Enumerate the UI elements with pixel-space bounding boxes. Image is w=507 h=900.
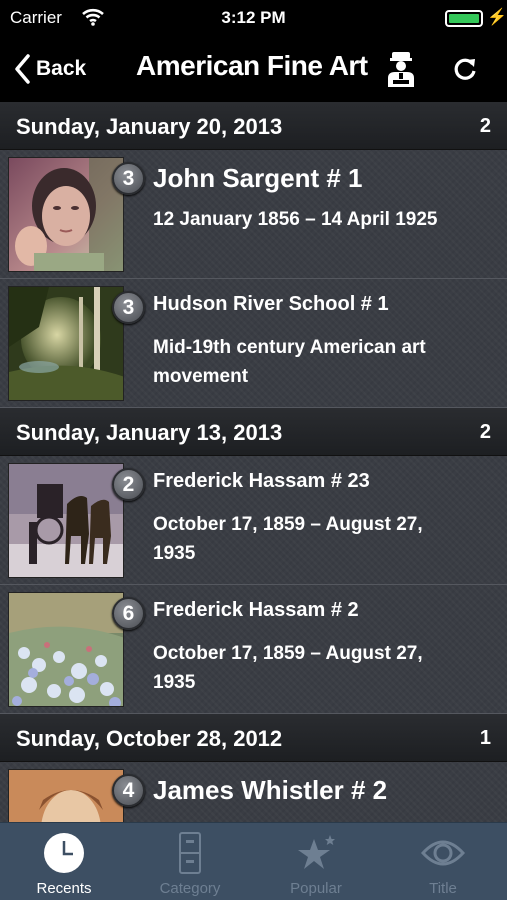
list-item[interactable]: 4 James Whistler # 2 (0, 762, 507, 822)
item-subtitle: 12 January 1856 – 14 April 1925 (153, 209, 438, 230)
navigation-bar: Back American Fine Art (0, 36, 507, 102)
list-item[interactable]: 3 Hudson River School # 1 Mid-19th centu… (0, 279, 507, 408)
section-date: Sunday, January 20, 2013 (16, 114, 283, 139)
item-subtitle: October 17, 1859 – August 27, 1935 (153, 514, 423, 564)
artwork-thumbnail (8, 769, 124, 822)
item-subtitle: October 17, 1859 – August 27, 1935 (153, 643, 423, 693)
item-title: John Sargent # 1 (153, 163, 363, 193)
count-badge: 3 (112, 291, 145, 324)
section-count: 1 (479, 727, 491, 749)
count-badge: 2 (112, 468, 145, 501)
artwork-thumbnail (8, 463, 124, 578)
clock-time: 3:12 PM (221, 8, 286, 27)
recents-list[interactable]: Sunday, January 20, 2013 2 3 John Sargen… (0, 102, 507, 822)
section-date: Sunday, January 13, 2013 (16, 420, 283, 445)
tab-popular[interactable]: Popular (253, 823, 379, 900)
status-bar: Carrier 3:12 PM ⚡ (0, 0, 507, 36)
item-subtitle: Mid-19th century American art movement (153, 337, 426, 387)
artwork-thumbnail (8, 157, 124, 272)
tab-category[interactable]: Category (127, 823, 253, 900)
stars-icon (298, 835, 335, 869)
curator-icon[interactable] (386, 51, 416, 92)
item-title: James Whistler # 2 (153, 775, 388, 805)
back-button[interactable]: Back (14, 50, 86, 88)
charging-icon: ⚡ (487, 9, 507, 26)
refresh-icon[interactable] (452, 56, 478, 87)
list-item[interactable]: 6 Frederick Hassam # 2 October 17, 1859 … (0, 585, 507, 714)
section-header: Sunday, October 28, 2012 1 (0, 714, 507, 762)
list-item[interactable]: 2 Frederick Hassam # 23 October 17, 1859… (0, 456, 507, 585)
cabinet-icon (179, 832, 201, 874)
section-header: Sunday, January 13, 2013 2 (0, 408, 507, 456)
item-title: Frederick Hassam # 2 (153, 599, 359, 621)
tab-title[interactable]: Title (380, 823, 506, 900)
tab-label: Popular (290, 880, 342, 897)
section-count: 2 (479, 115, 491, 137)
chevron-left-icon (15, 54, 30, 84)
section-date: Sunday, October 28, 2012 (16, 726, 283, 751)
tab-label: Title (429, 880, 457, 897)
item-title: Frederick Hassam # 23 (153, 470, 370, 492)
page-title: American Fine Art (136, 50, 368, 81)
back-label: Back (36, 57, 87, 80)
clock-icon (44, 833, 84, 873)
count-badge: 6 (112, 597, 145, 630)
section-count: 2 (479, 421, 491, 443)
count-badge: 4 (112, 774, 145, 807)
artwork-thumbnail (8, 592, 124, 707)
tab-label: Category (159, 880, 221, 897)
tab-recents[interactable]: Recents (1, 823, 127, 900)
battery-icon (445, 10, 483, 27)
artwork-thumbnail (8, 286, 124, 401)
tab-label: Recents (36, 880, 92, 897)
item-title: Hudson River School # 1 (153, 293, 389, 315)
eye-icon (421, 840, 465, 866)
list-item[interactable]: 3 John Sargent # 1 12 January 1856 – 14 … (0, 150, 507, 279)
count-badge: 3 (112, 162, 145, 195)
section-header: Sunday, January 20, 2013 2 (0, 102, 507, 150)
tab-bar: Recents Category Popular Title (0, 822, 507, 900)
